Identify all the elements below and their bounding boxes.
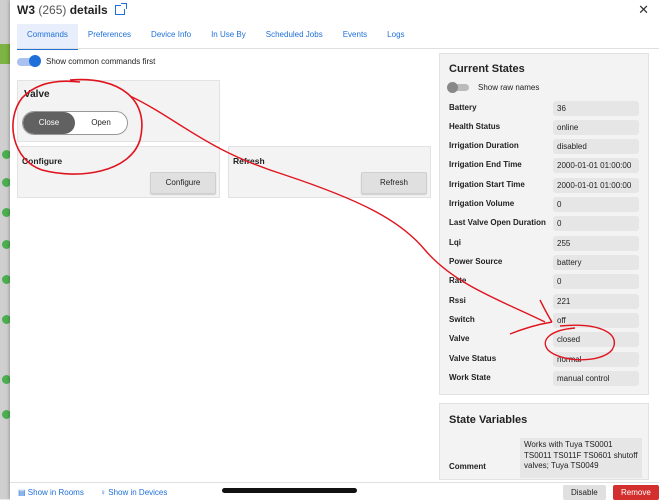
state-name: Rssi xyxy=(449,296,466,305)
state-row: Switch off xyxy=(449,313,639,328)
state-name: Battery xyxy=(449,103,477,112)
current-states-panel: Current States Show raw names Battery 36 … xyxy=(439,53,649,395)
state-name: Rate xyxy=(449,276,467,285)
common-commands-toggle[interactable] xyxy=(17,55,41,67)
state-value: 2000-01-01 01:00:00 xyxy=(553,178,639,193)
show-in-rooms-label: Show in Rooms xyxy=(27,488,84,497)
show-in-rooms-link[interactable]: ▤ Show in Rooms xyxy=(18,488,84,497)
configure-button[interactable]: Configure xyxy=(150,172,216,194)
state-value: closed xyxy=(553,332,639,347)
dialog-title: W3 (265) details xyxy=(17,3,128,17)
show-in-devices-label: Show in Devices xyxy=(108,488,168,497)
state-value: manual control xyxy=(553,371,639,386)
state-value: normal xyxy=(553,352,639,367)
state-value: 0 xyxy=(553,216,639,231)
device-name: W3 xyxy=(17,3,35,17)
lightbulb-icon: ♀ xyxy=(100,488,106,497)
state-name: Work State xyxy=(449,373,491,382)
state-name: Switch xyxy=(449,315,475,324)
common-commands-label: Show common commands first xyxy=(46,57,156,66)
tab-divider xyxy=(17,48,659,49)
state-variables-panel: State Variables Comment Works with Tuya … xyxy=(439,403,649,480)
valve-card-title: Valve xyxy=(24,89,50,100)
state-name: Irrigation Duration xyxy=(449,141,519,150)
toggle-knob xyxy=(447,81,458,93)
title-suffix: details xyxy=(69,3,108,17)
state-row: Irrigation Start Time 2000-01-01 01:00:00 xyxy=(449,178,639,193)
tab-device-info[interactable]: Device Info xyxy=(141,24,201,48)
state-variable-value: Works with Tuya TS0001 TS0011 TS011F TS0… xyxy=(520,438,642,478)
raw-names-label: Show raw names xyxy=(478,83,540,92)
state-value: 36 xyxy=(553,101,639,116)
state-value: 255 xyxy=(553,236,639,251)
state-value: battery xyxy=(553,255,639,270)
state-name: Lqi xyxy=(449,238,461,247)
rooms-icon: ▤ xyxy=(18,488,26,497)
tab-logs[interactable]: Logs xyxy=(377,24,414,48)
state-value: 0 xyxy=(553,274,639,289)
state-variables-title: State Variables xyxy=(449,414,528,426)
state-name: Irrigation End Time xyxy=(449,160,522,169)
state-row: Rssi 221 xyxy=(449,294,639,309)
tab-commands[interactable]: Commands xyxy=(17,24,78,50)
state-row: Irrigation End Time 2000-01-01 01:00:00 xyxy=(449,158,639,173)
state-value: 221 xyxy=(553,294,639,309)
device-id: (265) xyxy=(38,3,67,17)
state-row: Rate 0 xyxy=(449,274,639,289)
state-row: Power Source battery xyxy=(449,255,639,270)
state-row: Lqi 255 xyxy=(449,236,639,251)
close-dialog-button[interactable]: ✕ xyxy=(638,2,649,18)
configure-card-title: Configure xyxy=(22,156,63,166)
current-states-title: Current States xyxy=(449,63,525,75)
home-indicator xyxy=(222,488,357,493)
tab-scheduled-jobs[interactable]: Scheduled Jobs xyxy=(256,24,333,48)
state-value: online xyxy=(553,120,639,135)
toggle-knob xyxy=(29,55,41,67)
tab-preferences[interactable]: Preferences xyxy=(78,24,141,48)
refresh-command-card: Refresh Refresh xyxy=(228,146,431,198)
remove-button[interactable]: Remove xyxy=(613,485,659,500)
state-value: 0 xyxy=(553,197,639,212)
state-variable-name: Comment xyxy=(449,462,486,471)
state-name: Irrigation Volume xyxy=(449,199,515,208)
valve-command-card: Valve Close Open xyxy=(17,80,220,142)
state-row: Irrigation Duration disabled xyxy=(449,139,639,154)
state-row: Health Status online xyxy=(449,120,639,135)
raw-names-toggle[interactable] xyxy=(447,81,469,93)
state-name: Power Source xyxy=(449,257,503,266)
refresh-card-title: Refresh xyxy=(233,156,265,166)
state-row: Work State manual control xyxy=(449,371,639,386)
refresh-button[interactable]: Refresh xyxy=(361,172,427,194)
disable-button[interactable]: Disable xyxy=(563,485,606,500)
state-row: Valve Status normal xyxy=(449,352,639,367)
state-name: Valve xyxy=(449,334,470,343)
valve-close-button[interactable]: Close xyxy=(23,112,75,134)
state-value: off xyxy=(553,313,639,328)
external-link-icon[interactable] xyxy=(115,3,128,15)
state-name: Irrigation Start Time xyxy=(449,180,525,189)
configure-command-card: Configure Configure xyxy=(17,146,220,198)
state-value: disabled xyxy=(553,139,639,154)
raw-names-toggle-row: Show raw names xyxy=(447,81,540,93)
device-details-dialog: W3 (265) details ✕ Commands Preferences … xyxy=(10,0,659,500)
state-name: Health Status xyxy=(449,122,501,131)
show-in-devices-link[interactable]: ♀ Show in Devices xyxy=(100,488,167,497)
state-row: Battery 36 xyxy=(449,101,639,116)
valve-segmented-control: Close Open xyxy=(22,111,128,135)
common-commands-toggle-row: Show common commands first xyxy=(17,55,156,67)
tab-events[interactable]: Events xyxy=(333,24,377,48)
state-name: Valve Status xyxy=(449,354,497,363)
tab-in-use-by[interactable]: In Use By xyxy=(201,24,256,48)
state-name: Last Valve Open Duration xyxy=(449,218,546,227)
state-row: Last Valve Open Duration 0 xyxy=(449,216,639,231)
tab-bar: Commands Preferences Device Info In Use … xyxy=(17,24,415,50)
valve-open-button[interactable]: Open xyxy=(75,112,127,134)
state-row: Valve closed xyxy=(449,332,639,347)
state-value: 2000-01-01 01:00:00 xyxy=(553,158,639,173)
state-row: Irrigation Volume 0 xyxy=(449,197,639,212)
